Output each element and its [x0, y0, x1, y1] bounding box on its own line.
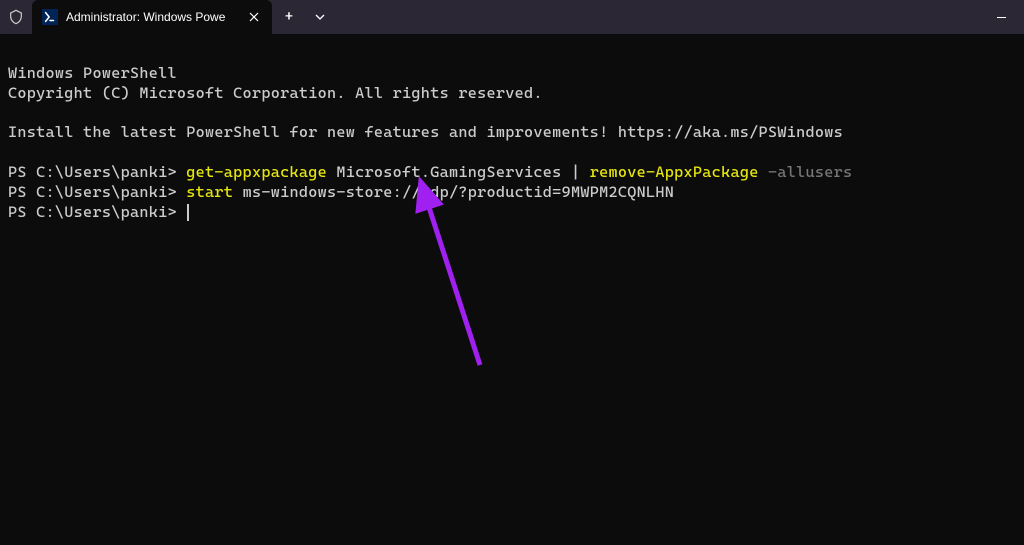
output-line: Copyright (C) Microsoft Corporation. All…: [8, 84, 543, 102]
prompt: PS C:\Users\panki>: [8, 163, 186, 181]
command-arg: Microsoft.GamingServices: [327, 163, 571, 181]
output-line: Windows PowerShell: [8, 64, 177, 82]
minimize-button[interactable]: [978, 0, 1024, 34]
output-line: Install the latest PowerShell for new fe…: [8, 123, 843, 141]
tab-title: Administrator: Windows Powe: [66, 10, 238, 24]
active-tab[interactable]: Administrator: Windows Powe: [32, 0, 272, 34]
shield-icon: [0, 0, 32, 34]
command-token: remove-AppxPackage: [590, 163, 759, 181]
prompt: PS C:\Users\panki>: [8, 203, 186, 221]
titlebar: Administrator: Windows Powe +: [0, 0, 1024, 34]
prompt: PS C:\Users\panki>: [8, 183, 186, 201]
command-flag: -allusers: [768, 163, 852, 181]
command-token: start: [186, 183, 233, 201]
tab-close-button[interactable]: [246, 9, 262, 25]
command-token: get-appxpackage: [186, 163, 327, 181]
tab-dropdown-button[interactable]: [306, 0, 334, 34]
cursor: [187, 204, 189, 221]
new-tab-button[interactable]: +: [272, 0, 306, 34]
pipe: |: [571, 163, 580, 181]
terminal-output[interactable]: Windows PowerShell Copyright (C) Microso…: [0, 34, 1024, 232]
window-controls: [978, 0, 1024, 34]
powershell-icon: [42, 9, 58, 25]
command-arg: ms-windows-store://pdp/?productid=9MWPM2…: [233, 183, 674, 201]
